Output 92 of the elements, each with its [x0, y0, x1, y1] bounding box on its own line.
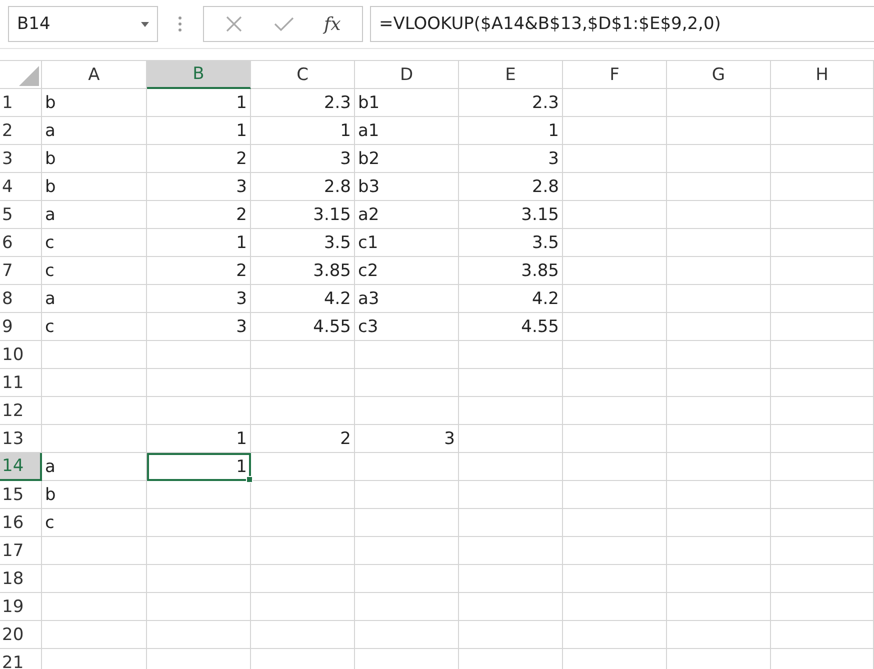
- table-cell: a: [42, 117, 147, 145]
- table-cell: 2.8: [251, 173, 355, 201]
- table-cell: 1: [251, 117, 355, 145]
- table-cell: c2: [355, 257, 459, 285]
- table-cell: b1: [355, 89, 459, 117]
- row-header[interactable]: 16: [0, 509, 42, 537]
- formula-field[interactable]: =VLOOKUP($A14&B$13,$D$1:$E$9,2,0): [370, 6, 874, 42]
- table-cell: 3: [355, 425, 459, 453]
- name-box[interactable]: B14: [8, 6, 158, 42]
- table-cell: 3.15: [251, 201, 355, 229]
- row-header[interactable]: 19: [0, 593, 42, 621]
- column-header[interactable]: B: [147, 61, 251, 89]
- caret-icon[interactable]: [141, 22, 149, 26]
- table-cell: b2: [355, 145, 459, 173]
- table-cell: 1: [147, 425, 251, 453]
- close-icon: [225, 15, 244, 33]
- row-header[interactable]: 11: [0, 369, 42, 397]
- column-header[interactable]: F: [563, 61, 667, 89]
- table-cell: a: [42, 285, 147, 313]
- table-cell: 2: [147, 201, 251, 229]
- row-header[interactable]: 13: [0, 425, 42, 453]
- table-cell: 4.2: [459, 285, 563, 313]
- row-header[interactable]: 17: [0, 537, 42, 565]
- row-header[interactable]: 4: [0, 173, 42, 201]
- column-header[interactable]: H: [771, 61, 874, 89]
- table-cell: 3.5: [459, 229, 563, 257]
- fill-handle[interactable]: [246, 476, 253, 483]
- table-cell: a: [42, 453, 147, 481]
- table-cell: 1: [147, 117, 251, 145]
- table-cell: 4.55: [251, 313, 355, 341]
- table-cell: 2.3: [459, 89, 563, 117]
- row-header[interactable]: 18: [0, 565, 42, 593]
- selected-cell[interactable]: 1: [147, 453, 251, 481]
- column-header[interactable]: E: [459, 61, 563, 89]
- column-header[interactable]: A: [42, 61, 147, 89]
- table-cell: 3: [251, 145, 355, 173]
- table-cell: 4.55: [459, 313, 563, 341]
- row-header[interactable]: 10: [0, 341, 42, 369]
- select-all-button[interactable]: [0, 61, 42, 89]
- column-header[interactable]: C: [251, 61, 355, 89]
- table-cell: b: [42, 89, 147, 117]
- table-cell: c: [42, 229, 147, 257]
- row-header[interactable]: 14: [0, 453, 42, 481]
- table-cell: 1: [459, 117, 563, 145]
- table-cell: 3: [459, 145, 563, 173]
- column-header[interactable]: D: [355, 61, 459, 89]
- row-header[interactable]: 9: [0, 313, 42, 341]
- table-cell: 3.85: [459, 257, 563, 285]
- table-cell: 3.15: [459, 201, 563, 229]
- cell-reference: B14: [17, 14, 50, 34]
- column-header[interactable]: G: [667, 61, 771, 89]
- row-header[interactable]: 15: [0, 481, 42, 509]
- table-cell: 2: [251, 425, 355, 453]
- more-icon[interactable]: [178, 15, 182, 33]
- row-header[interactable]: 8: [0, 285, 42, 313]
- table-cell: a2: [355, 201, 459, 229]
- table-cell: c1: [355, 229, 459, 257]
- row-header[interactable]: 21: [0, 649, 42, 669]
- table-cell: 2.3: [251, 89, 355, 117]
- check-icon: [274, 16, 294, 32]
- table-cell: c: [42, 257, 147, 285]
- table-cell: b: [42, 173, 147, 201]
- row-header[interactable]: 7: [0, 257, 42, 285]
- row-header[interactable]: 20: [0, 621, 42, 649]
- row-header[interactable]: 12: [0, 397, 42, 425]
- table-cell: c3: [355, 313, 459, 341]
- table-cell: a3: [355, 285, 459, 313]
- table-cell: 1: [147, 89, 251, 117]
- table-cell: c: [42, 313, 147, 341]
- table-cell: b3: [355, 173, 459, 201]
- table-cell: 4.2: [251, 285, 355, 313]
- table-cell: 3.85: [251, 257, 355, 285]
- table-cell: b: [42, 145, 147, 173]
- table-cell: 3.5: [251, 229, 355, 257]
- row-header[interactable]: 5: [0, 201, 42, 229]
- table-cell: 3: [147, 173, 251, 201]
- row-header[interactable]: 2: [0, 117, 42, 145]
- table-cell: 3: [147, 285, 251, 313]
- table-cell: 2: [147, 145, 251, 173]
- row-header[interactable]: 6: [0, 229, 42, 257]
- table-cell: 2: [147, 257, 251, 285]
- table-cell: b: [42, 481, 147, 509]
- table-cell: c: [42, 509, 147, 537]
- insert-function-button[interactable]: fx: [324, 12, 341, 36]
- row-header[interactable]: 1: [0, 89, 42, 117]
- table-cell: a: [42, 201, 147, 229]
- table-cell: a1: [355, 117, 459, 145]
- table-cell: 3: [147, 313, 251, 341]
- table-cell: 1: [147, 229, 251, 257]
- triangle-icon: [19, 66, 39, 86]
- table-cell: 2.8: [459, 173, 563, 201]
- row-header[interactable]: 3: [0, 145, 42, 173]
